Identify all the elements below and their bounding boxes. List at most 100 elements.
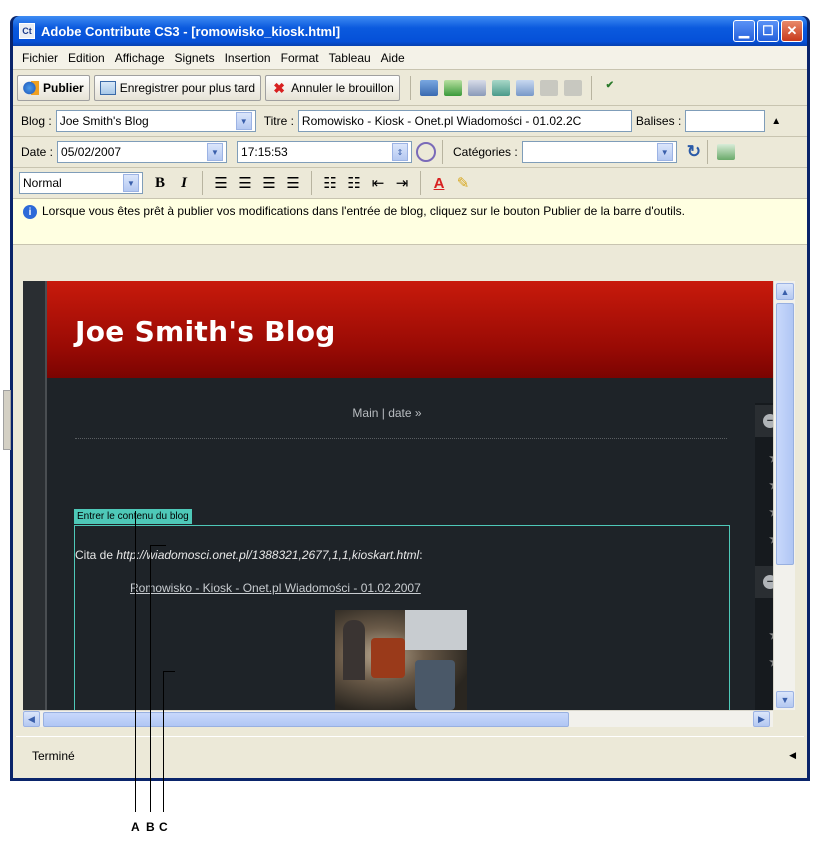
blog-banner: Joe Smith's Blog bbox=[47, 281, 773, 378]
categories-manage-icon[interactable] bbox=[716, 144, 735, 160]
collapse-arrow-icon[interactable]: ▲ bbox=[771, 116, 781, 127]
scroll-up-icon[interactable]: ▲ bbox=[776, 283, 794, 300]
insert-link-icon[interactable] bbox=[419, 79, 438, 96]
save-later-button[interactable]: Enregistrer pour plus tard bbox=[93, 74, 262, 101]
numbered-list-icon[interactable]: ☷ bbox=[319, 172, 341, 194]
save-later-label: Enregistrer pour plus tard bbox=[119, 80, 256, 95]
photo-sky bbox=[405, 610, 467, 650]
menu-affichage[interactable]: Affichage bbox=[110, 51, 170, 65]
clock-icon[interactable] bbox=[416, 142, 437, 162]
scroll-left-icon[interactable]: ◀ bbox=[23, 711, 40, 727]
maximize-button[interactable]: ☐ bbox=[757, 20, 779, 42]
align-left-icon[interactable]: ☰ bbox=[210, 172, 232, 194]
toolbar-separator bbox=[442, 140, 444, 164]
outdent-icon[interactable]: ⇤ bbox=[367, 172, 389, 194]
menu-aide[interactable]: Aide bbox=[376, 51, 410, 65]
insert-flash-icon[interactable] bbox=[491, 79, 510, 96]
insert-document-icon[interactable] bbox=[467, 79, 486, 96]
chevron-down-icon[interactable]: ▼ bbox=[123, 174, 139, 192]
date-select[interactable]: 05/02/2007 ▼ bbox=[57, 141, 228, 163]
article-link[interactable]: Romowisko - Kiosk - Onet.pl Wiadomości -… bbox=[130, 581, 421, 595]
document-view[interactable]: Joe Smith's Blog Main | date » Entrer le… bbox=[23, 281, 795, 727]
info-message: Lorsque vous êtes prêt à publier vos mod… bbox=[42, 204, 685, 218]
blog-body: Main | date » Entrer le contenu du blog … bbox=[47, 378, 795, 727]
insert-image-icon[interactable] bbox=[443, 79, 462, 96]
blog-select[interactable]: Joe Smith's Blog ▼ bbox=[55, 110, 256, 132]
toolbar-separator bbox=[420, 171, 421, 195]
paragraph-style-select[interactable]: Normal ▼ bbox=[19, 172, 143, 194]
cita-prefix: Cita de bbox=[75, 548, 117, 562]
text-color-button[interactable]: A bbox=[428, 172, 450, 194]
sidebar-collapse-handle[interactable] bbox=[3, 390, 11, 450]
cancel-draft-button[interactable]: ✖ Annuler le brouillon bbox=[265, 74, 400, 101]
date-bar: Date : 05/02/2007 ▼ 17:15:53 ⇕ Catégorie… bbox=[13, 137, 807, 168]
title-label: Titre : bbox=[263, 114, 294, 128]
scroll-corner bbox=[773, 710, 795, 727]
close-button[interactable]: ✕ bbox=[781, 20, 803, 42]
title-input[interactable]: Romowisko - Kiosk - Onet.pl Wiadomości -… bbox=[297, 110, 632, 132]
menu-signets[interactable]: Signets bbox=[170, 51, 220, 65]
table-properties-icon bbox=[563, 79, 582, 96]
align-justify-icon[interactable]: ☰ bbox=[282, 172, 304, 194]
left-gutter bbox=[23, 281, 47, 727]
main-toolbar: Publier Enregistrer pour plus tard ✖ Ann… bbox=[13, 70, 807, 106]
dotted-divider bbox=[75, 438, 727, 439]
toolbar-separator bbox=[590, 75, 592, 100]
menu-insertion[interactable]: Insertion bbox=[220, 51, 276, 65]
callout-a-line bbox=[135, 511, 136, 812]
cita-url[interactable]: http://wiadomosci.onet.pl/1388321,2677,1… bbox=[116, 548, 419, 562]
callout-c-line bbox=[163, 671, 164, 812]
time-spinner[interactable]: 17:15:53 ⇕ bbox=[237, 141, 413, 163]
callout-b: B bbox=[146, 820, 155, 834]
spell-check-icon[interactable]: ✔ bbox=[601, 80, 619, 96]
cita-line: Cita de http://wiadomosci.onet.pl/138832… bbox=[75, 548, 423, 562]
status-arrow-icon[interactable]: ◀ bbox=[789, 750, 796, 761]
close-icon: ✕ bbox=[786, 23, 798, 38]
vertical-scrollbar[interactable]: ▲ ▼ bbox=[773, 281, 795, 710]
window-title: Adobe Contribute CS3 - [romowisko_kiosk.… bbox=[41, 23, 341, 39]
chevron-down-icon[interactable]: ▼ bbox=[235, 112, 252, 130]
italic-button[interactable]: I bbox=[173, 172, 195, 194]
refresh-icon[interactable]: ↻ bbox=[687, 142, 701, 162]
spinner-arrows-icon[interactable]: ⇕ bbox=[392, 143, 409, 161]
article-photo[interactable] bbox=[335, 610, 467, 710]
vertical-scroll-thumb[interactable] bbox=[776, 303, 794, 565]
chevron-down-icon[interactable]: ▼ bbox=[207, 143, 224, 161]
scroll-right-icon[interactable]: ▶ bbox=[753, 711, 770, 727]
cita-suffix: : bbox=[419, 548, 423, 562]
highlight-pen-icon[interactable]: ✎ bbox=[452, 172, 474, 194]
menu-edition[interactable]: Edition bbox=[63, 51, 110, 65]
tags-input[interactable] bbox=[685, 110, 766, 132]
cancel-draft-label: Annuler le brouillon bbox=[291, 80, 394, 95]
title-bar[interactable]: Ct Adobe Contribute CS3 - [romowisko_kio… bbox=[13, 16, 807, 46]
minimize-button[interactable]: ▁ bbox=[733, 20, 755, 42]
horizontal-scroll-thumb[interactable] bbox=[43, 712, 569, 727]
publish-icon bbox=[23, 80, 39, 95]
menu-fichier[interactable]: Fichier bbox=[17, 51, 63, 65]
date-label: Date : bbox=[21, 145, 54, 159]
client-area: Fichier Edition Affichage Signets Insert… bbox=[13, 46, 807, 778]
bold-button[interactable]: B bbox=[149, 172, 171, 194]
indent-icon[interactable]: ⇥ bbox=[391, 172, 413, 194]
toolbar-separator bbox=[409, 75, 411, 100]
time-spinner-value: 17:15:53 bbox=[241, 145, 288, 159]
align-center-icon[interactable]: ☰ bbox=[234, 172, 256, 194]
categories-select[interactable]: ▼ bbox=[521, 141, 677, 163]
callout-a: A bbox=[131, 820, 140, 834]
blog-nav[interactable]: Main | date » bbox=[47, 406, 727, 420]
scroll-down-icon[interactable]: ▼ bbox=[776, 691, 794, 708]
align-right-icon[interactable]: ☰ bbox=[258, 172, 280, 194]
toolbar-separator bbox=[706, 140, 708, 164]
publish-button[interactable]: Publier bbox=[17, 74, 90, 101]
blog-bar: Blog : Joe Smith's Blog ▼ Titre : Romowi… bbox=[13, 106, 807, 137]
chevron-down-icon[interactable]: ▼ bbox=[656, 143, 673, 161]
date-select-value: 05/02/2007 bbox=[61, 145, 122, 159]
menu-bar: Fichier Edition Affichage Signets Insert… bbox=[13, 46, 807, 70]
insert-table-icon[interactable] bbox=[515, 79, 534, 96]
callout-b-line bbox=[150, 545, 151, 812]
bullet-list-icon[interactable]: ☷ bbox=[343, 172, 365, 194]
menu-format[interactable]: Format bbox=[276, 51, 324, 65]
menu-tableau[interactable]: Tableau bbox=[324, 51, 376, 65]
callout-c-tick bbox=[163, 671, 175, 672]
blog-entry-editable-region[interactable]: Cita de http://wiadomosci.onet.pl/138832… bbox=[74, 525, 730, 727]
